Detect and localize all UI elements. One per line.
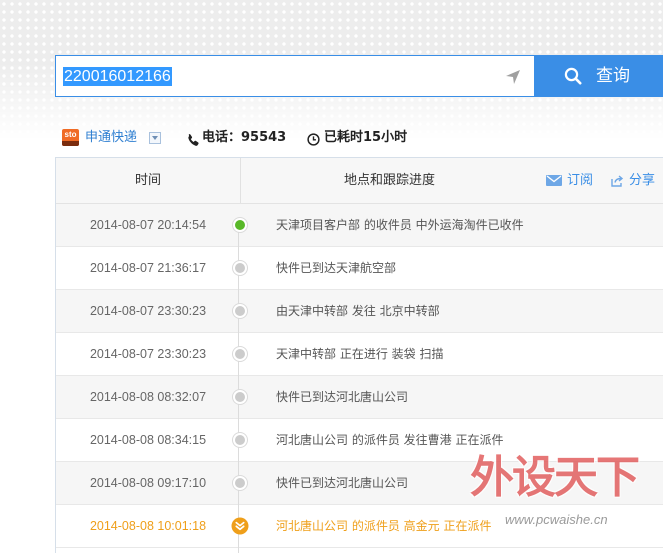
logo-text: sto bbox=[64, 130, 77, 139]
row-time: 2014-08-07 20:14:54 bbox=[89, 218, 207, 232]
sto-logo-icon: sto bbox=[62, 129, 79, 146]
row-time: 2014-08-07 23:30:23 bbox=[89, 304, 207, 318]
table-row: 2014-08-08 08:32:07 快件已到达河北唐山公司 bbox=[56, 376, 663, 419]
row-time: 2014-08-07 21:36:17 bbox=[89, 261, 207, 275]
row-description: 快件已到达河北唐山公司 bbox=[276, 476, 409, 490]
search-button[interactable]: 查询 bbox=[535, 55, 663, 97]
transit-dot-icon bbox=[233, 261, 247, 275]
subscribe-label: 订阅 bbox=[567, 173, 594, 188]
tracking-number-value: 220016012166 bbox=[63, 67, 172, 86]
carrier-name[interactable]: 申通快递 bbox=[85, 130, 137, 146]
row-description: 河北唐山公司 的派件员 高金元 正在派件 bbox=[276, 519, 492, 533]
row-description: 天津中转部 正在进行 装袋 扫描 bbox=[276, 347, 444, 361]
search-input[interactable]: 220016012166 bbox=[55, 55, 535, 97]
column-header-progress: 地点和跟踪进度 bbox=[344, 173, 436, 188]
phone-icon bbox=[186, 131, 199, 146]
table-row: 2014-08-07 23:30:23 由天津中转部 发往 北京中转部 bbox=[56, 290, 663, 333]
row-description: 由天津中转部 发往 北京中转部 bbox=[276, 304, 440, 318]
watermark-title: 外设天下 bbox=[470, 452, 640, 503]
carrier-phone: 电话：95543 bbox=[202, 130, 287, 145]
column-divider bbox=[240, 158, 241, 203]
table-row: 2014-08-07 23:30:23 天津中转部 正在进行 装袋 扫描 bbox=[56, 333, 663, 376]
table-header: 时间 地点和跟踪进度 订阅 分享 bbox=[56, 158, 663, 204]
row-description: 快件已到达天津航空部 bbox=[276, 261, 397, 275]
row-description: 天津项目客户部 的收件员 中外运海淘件已收件 bbox=[276, 218, 524, 232]
share-label: 分享 bbox=[629, 173, 656, 188]
table-row: 2014-08-07 20:14:54 天津项目客户部 的收件员 中外运海淘件已… bbox=[56, 204, 663, 247]
location-arrow-icon[interactable] bbox=[505, 69, 521, 85]
delivering-dot-icon bbox=[231, 517, 249, 535]
elapsed-time: 已耗时15小时 bbox=[324, 130, 408, 145]
row-time: 2014-08-08 08:34:15 bbox=[89, 433, 207, 447]
row-time: 2014-08-08 09:17:10 bbox=[89, 476, 207, 490]
search-button-label: 查询 bbox=[596, 66, 630, 86]
row-time: 2014-08-07 23:30:23 bbox=[89, 347, 207, 361]
envelope-icon bbox=[546, 175, 562, 186]
share-icon bbox=[611, 175, 624, 187]
search-icon bbox=[564, 67, 582, 85]
transit-dot-icon bbox=[233, 390, 247, 404]
transit-dot-icon bbox=[233, 476, 247, 490]
row-description: 快件已到达河北唐山公司 bbox=[276, 390, 409, 404]
watermark-url: www.pcwaishe.cn bbox=[505, 512, 608, 527]
dropdown-icon[interactable] bbox=[149, 132, 161, 144]
clock-icon bbox=[307, 131, 320, 146]
column-header-time: 时间 bbox=[134, 173, 161, 188]
row-time: 2014-08-08 08:32:07 bbox=[89, 390, 207, 404]
transit-dot-icon bbox=[233, 304, 247, 318]
table-row: 2014-08-07 21:36:17 快件已到达天津航空部 bbox=[56, 247, 663, 290]
transit-dot-icon bbox=[233, 433, 247, 447]
row-time: 2014-08-08 10:01:18 bbox=[89, 519, 207, 533]
transit-dot-icon bbox=[233, 347, 247, 361]
collected-dot-icon bbox=[233, 218, 247, 232]
